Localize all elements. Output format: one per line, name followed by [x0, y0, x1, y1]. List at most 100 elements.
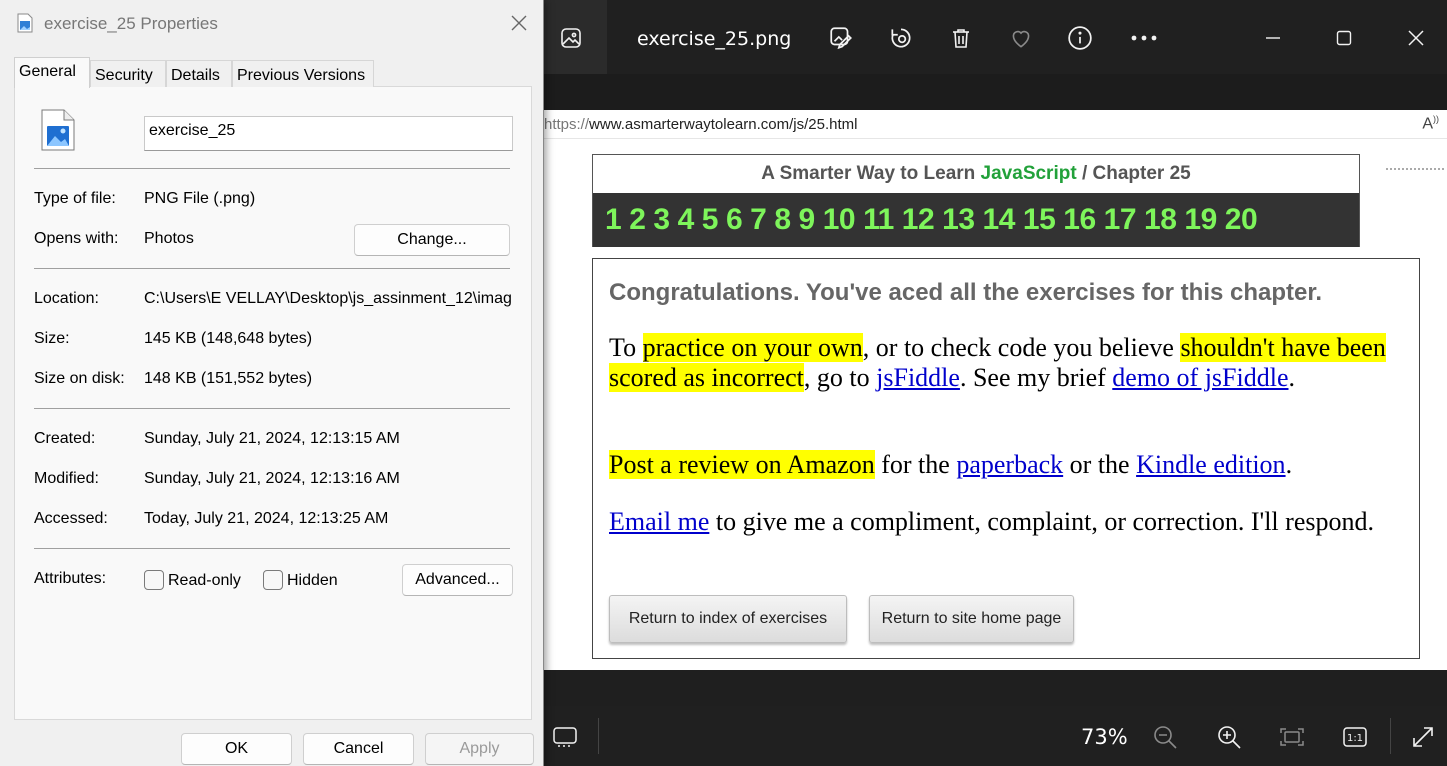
file-type-icon	[40, 108, 76, 152]
p1-text-3: , go to	[803, 363, 877, 392]
info-icon[interactable]	[1060, 18, 1100, 58]
zoom-in-icon[interactable]	[1212, 720, 1246, 754]
created-label: Created:	[34, 430, 96, 447]
change-button[interactable]: Change...	[354, 224, 510, 256]
more-icon[interactable]	[1124, 18, 1164, 58]
png-file-icon	[17, 13, 33, 33]
hidden-label[interactable]: Hidden	[287, 572, 338, 590]
tab-previous-versions[interactable]: Previous Versions	[232, 60, 374, 87]
chapter-title-pre: A Smarter Way to Learn	[761, 163, 981, 184]
chapter-number: 18	[1144, 203, 1177, 236]
fullscreen-icon[interactable]	[1406, 720, 1440, 754]
chapter-number: 10	[822, 203, 856, 236]
bottom-separator-2	[1390, 718, 1391, 754]
captured-url-prefix: https://	[544, 116, 590, 133]
svg-text:1:1: 1:1	[1347, 733, 1363, 744]
zoom-out-icon[interactable]	[1148, 720, 1182, 754]
separator-2	[34, 268, 510, 269]
read-aloud-letter: A	[1422, 115, 1433, 133]
chapter-number: 20	[1224, 203, 1258, 236]
actual-size-icon[interactable]: 1:1	[1338, 720, 1372, 754]
tab-security[interactable]: Security	[90, 60, 166, 87]
chapter-number: 6	[725, 203, 743, 236]
close-icon[interactable]	[508, 12, 530, 34]
file-name-input[interactable]: exercise_25	[144, 116, 513, 151]
separator-3	[34, 408, 510, 409]
captured-url: https://www.asmarterwaytolearn.com/js/25…	[544, 116, 857, 133]
return-home-button: Return to site home page	[869, 595, 1074, 643]
p1-text-5: .	[1288, 363, 1296, 392]
readonly-checkbox[interactable]	[144, 570, 164, 590]
opens-with-value: Photos	[144, 230, 194, 247]
maximize-icon[interactable]	[1324, 18, 1364, 58]
chapter-number: 16	[1063, 203, 1096, 236]
read-aloud-icon: A))	[1422, 114, 1439, 133]
apply-button[interactable]: Apply	[425, 733, 534, 765]
ok-button[interactable]: OK	[181, 733, 292, 765]
image-icon[interactable]	[551, 18, 591, 58]
jsfiddle-link: jsFiddle	[876, 363, 960, 392]
congrats-heading: Congratulations. You've aced all the exe…	[609, 279, 1323, 306]
email-link: Email me	[609, 507, 710, 536]
demo-jsfiddle-link: demo of jsFiddle	[1112, 363, 1289, 392]
captured-url-rest: www.asmarterwaytolearn.com/js/25.html	[589, 116, 858, 133]
accessed-value: Today, July 21, 2024, 12:13:25 AM	[144, 510, 389, 527]
p1-highlight-1: practice on your own	[642, 333, 863, 362]
edit-icon[interactable]	[821, 18, 861, 58]
chapter-number: 12	[901, 203, 935, 236]
bottom-separator	[598, 718, 599, 754]
minimize-icon[interactable]	[1253, 18, 1293, 58]
p2-highlight: Post a review on Amazon	[609, 450, 875, 479]
readonly-label[interactable]: Read-only	[168, 572, 241, 590]
congrats-panel: Congratulations. You've aced all the exe…	[592, 258, 1420, 659]
paperback-link: paperback	[956, 450, 1064, 479]
displayed-image: https://www.asmarterwaytolearn.com/js/25…	[544, 110, 1447, 670]
p2-text-2: or the	[1063, 450, 1137, 479]
properties-dialog: exercise_25 Properties General Security …	[0, 0, 544, 766]
delete-icon[interactable]	[941, 18, 981, 58]
chapter-header: A Smarter Way to Learn JavaScript / Chap…	[592, 154, 1360, 247]
opens-with-label: Opens with:	[34, 230, 119, 247]
type-value: PNG File (.png)	[144, 190, 256, 207]
type-label: Type of file:	[34, 190, 116, 207]
general-tab-panel	[14, 86, 532, 720]
created-value: Sunday, July 21, 2024, 12:13:15 AM	[144, 430, 400, 447]
chapter-number: 1	[605, 203, 622, 236]
chapter-title-js: JavaScript	[980, 163, 1077, 184]
p2-text-3: .	[1285, 450, 1293, 479]
email-paragraph: Email me to give me a compliment, compla…	[609, 507, 1399, 537]
tab-general[interactable]: General	[14, 57, 90, 88]
rotate-icon[interactable]	[881, 18, 921, 58]
modified-label: Modified:	[34, 470, 99, 487]
hidden-checkbox[interactable]	[263, 570, 283, 590]
close-icon[interactable]	[1396, 18, 1436, 58]
chapter-number: 17	[1103, 203, 1137, 236]
filmstrip-icon[interactable]	[548, 720, 582, 754]
size-label: Size:	[34, 330, 70, 347]
review-paragraph: Post a review on Amazon for the paperbac…	[609, 450, 1399, 480]
kindle-link: Kindle edition	[1136, 450, 1286, 479]
p2-text-1: for the	[874, 450, 957, 479]
zoom-level: 73%	[1081, 725, 1128, 749]
chapter-number: 2	[629, 203, 646, 236]
modified-value: Sunday, July 21, 2024, 12:13:16 AM	[144, 470, 400, 487]
dialog-title: exercise_25 Properties	[44, 14, 218, 33]
fit-icon[interactable]	[1275, 720, 1309, 754]
favorite-icon[interactable]	[1001, 18, 1041, 58]
dotted-divider	[1386, 168, 1444, 170]
chapter-title: A Smarter Way to Learn JavaScript / Chap…	[593, 163, 1359, 185]
chapter-number: 7	[750, 203, 767, 236]
attributes-label: Attributes:	[34, 570, 107, 587]
tab-details[interactable]: Details	[166, 60, 232, 87]
location-value[interactable]: C:\Users\E VELLAY\Desktop\js_assinment_1…	[144, 290, 512, 308]
size-on-disk-label: Size on disk:	[34, 370, 125, 387]
chapter-number: 5	[701, 203, 719, 236]
p1-text-4: . See my brief	[959, 363, 1113, 392]
separator-1	[34, 168, 510, 169]
cancel-button[interactable]: Cancel	[303, 733, 414, 765]
chapter-number-bar: 1 2 3 4 5 6 7 8 9 10 11 12 13 14 15 16 17 18 19 20	[593, 193, 1359, 247]
return-index-button: Return to index of exercises	[609, 595, 847, 643]
advanced-button[interactable]: Advanced...	[402, 564, 513, 596]
chapter-number: 15	[1022, 203, 1056, 236]
practice-paragraph: To practice on your own, or to check cod…	[609, 333, 1399, 393]
